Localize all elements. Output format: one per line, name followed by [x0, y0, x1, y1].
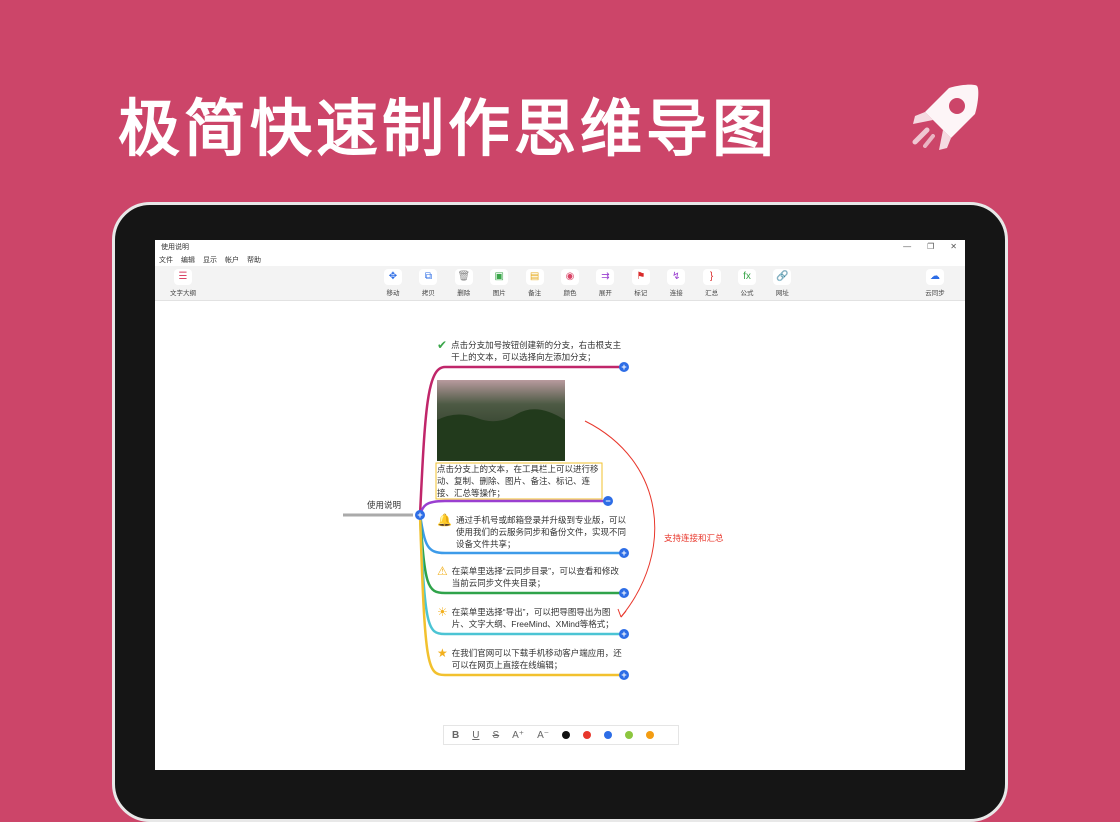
title-bar: 使用说明 — ❐ ✕	[155, 240, 965, 254]
move-icon: ✥	[384, 269, 402, 285]
branch-node-6[interactable]: ★ 在我们官网可以下载手机移动客户端应用，还可以在网页上直接在线编辑；	[437, 647, 627, 671]
toolbar-move-button[interactable]: ✥ 移动	[379, 269, 407, 297]
formula-icon: fx	[738, 269, 756, 285]
branch-node-4[interactable]: ⚠ 在菜单里选择“云同步目录”，可以查看和修改当前云同步文件夹目录；	[437, 565, 627, 589]
summary-brace-icon: }	[702, 269, 721, 285]
outline-button[interactable]: ☰ 文字大纲	[169, 269, 197, 297]
menu-edit[interactable]: 编辑	[181, 255, 195, 265]
bold-button[interactable]: B	[452, 730, 459, 741]
root-add-button[interactable]: +	[415, 510, 425, 520]
format-bar: B U S A⁺ A⁻	[443, 725, 679, 745]
close-button[interactable]: ✕	[950, 242, 957, 251]
color-swatch-orange[interactable]	[646, 731, 655, 739]
minimize-button[interactable]: —	[903, 242, 911, 251]
branch-2-collapse-button[interactable]: −	[603, 496, 613, 506]
menu-file[interactable]: 文件	[159, 255, 173, 265]
root-node[interactable]: 使用说明	[367, 499, 401, 511]
toolbar-note-button[interactable]: ▤ 备注	[521, 269, 549, 297]
link-line-icon: ↯	[667, 269, 686, 285]
copy-icon: ⧉	[419, 269, 438, 285]
flag-icon: ⚑	[631, 269, 650, 285]
underline-button[interactable]: U	[472, 730, 479, 741]
warning-icon: ⚠	[437, 564, 448, 578]
cloud-sync-button[interactable]: ☁ 云同步	[921, 269, 949, 297]
maximize-button[interactable]: ❐	[927, 242, 934, 251]
color-swatch-red[interactable]	[583, 731, 592, 739]
app-window: 使用说明 — ❐ ✕ 文件 编辑 显示 帐户 帮助 ☰ 文字大纲 ✥ 移动 ⧉ 拷贝 🗑…	[155, 240, 965, 770]
branch-5-add-button[interactable]: +	[619, 629, 629, 639]
branch-4-add-button[interactable]: +	[619, 588, 629, 598]
font-decrease-button[interactable]: A⁻	[537, 730, 549, 741]
toolbar-summary-brace-button[interactable]: } 汇总	[698, 269, 726, 297]
check-circle-icon: ✔	[437, 338, 448, 352]
branch-1-add-button[interactable]: +	[619, 362, 629, 372]
color-swatch-black[interactable]	[562, 731, 571, 739]
menu-view[interactable]: 显示	[203, 255, 217, 265]
toolbar-trash-button[interactable]: 🗑 删除	[450, 269, 478, 297]
toolbar-expand-button[interactable]: ⇉ 展开	[591, 269, 619, 297]
branch-node-2[interactable]: 点击分支上的文本，在工具栏上可以进行移动、复制、删除、图片、备注、标记、连接、汇…	[437, 463, 603, 499]
lightbulb-icon: ☀	[437, 605, 448, 619]
toolbar: ☰ 文字大纲 ✥ 移动 ⧉ 拷贝 🗑 删除 ▣ 图片 ▤ 备注 ◉ 颜色 ⇉ 展开 ⚑ 标记 ↯ 连接 } 汇总 fx 公…	[155, 266, 965, 301]
toolbar-copy-button[interactable]: ⧉ 拷贝	[414, 269, 442, 297]
color-swatch-blue[interactable]	[604, 731, 613, 739]
color-swatch-green[interactable]	[625, 731, 634, 739]
branch-6-add-button[interactable]: +	[619, 670, 629, 680]
url-link-icon: 🔗	[773, 269, 792, 285]
mindmap-canvas[interactable]: 使用说明 + ✔ 点击分支加号按钮创建新的分支，右击根支主干上的文本，可以选择向…	[155, 301, 965, 770]
connection-label[interactable]: 支持连接和汇总	[664, 532, 724, 544]
star-icon: ★	[437, 646, 448, 660]
trash-icon: 🗑	[454, 269, 473, 285]
photo-thumbnail	[437, 380, 565, 461]
toolbar-palette-button[interactable]: ◉ 颜色	[556, 269, 584, 297]
cloud-upload-icon: ☁	[926, 269, 944, 285]
toolbar-image-button[interactable]: ▣ 图片	[485, 269, 513, 297]
bell-icon: 🔔	[437, 513, 452, 527]
branch-node-5[interactable]: ☀ 在菜单里选择“导出”，可以把导图导出为图片、文字大纲、FreeMind、XM…	[437, 606, 627, 630]
branch-node-3[interactable]: 🔔 通过手机号或邮箱登录并升级到专业版，可以使用我们的云服务同步和备份文件，实现…	[437, 514, 627, 550]
menu-help[interactable]: 帮助	[247, 255, 261, 265]
window-title: 使用说明	[161, 244, 189, 251]
menu-account[interactable]: 帐户	[225, 255, 239, 265]
palette-icon: ◉	[561, 269, 579, 285]
branch-3-add-button[interactable]: +	[619, 548, 629, 558]
toolbar-url-link-button[interactable]: 🔗 网址	[768, 269, 796, 297]
toolbar-formula-button[interactable]: fx 公式	[733, 269, 761, 297]
font-increase-button[interactable]: A⁺	[512, 730, 524, 741]
toolbar-flag-button[interactable]: ⚑ 标记	[627, 269, 655, 297]
expand-icon: ⇉	[596, 269, 615, 285]
branch-node-1[interactable]: ✔ 点击分支加号按钮创建新的分支，右击根支主干上的文本，可以选择向左添加分支；	[437, 339, 627, 363]
note-icon: ▤	[525, 269, 544, 285]
rocket-icon	[912, 84, 979, 150]
toolbar-link-line-button[interactable]: ↯ 连接	[662, 269, 690, 297]
image-icon: ▣	[490, 269, 509, 285]
menu-bar: 文件 编辑 显示 帐户 帮助	[155, 254, 965, 266]
strikethrough-button[interactable]: S	[492, 730, 499, 741]
headline: 极简快速制作思维导图	[118, 92, 779, 165]
list-icon: ☰	[174, 269, 192, 285]
